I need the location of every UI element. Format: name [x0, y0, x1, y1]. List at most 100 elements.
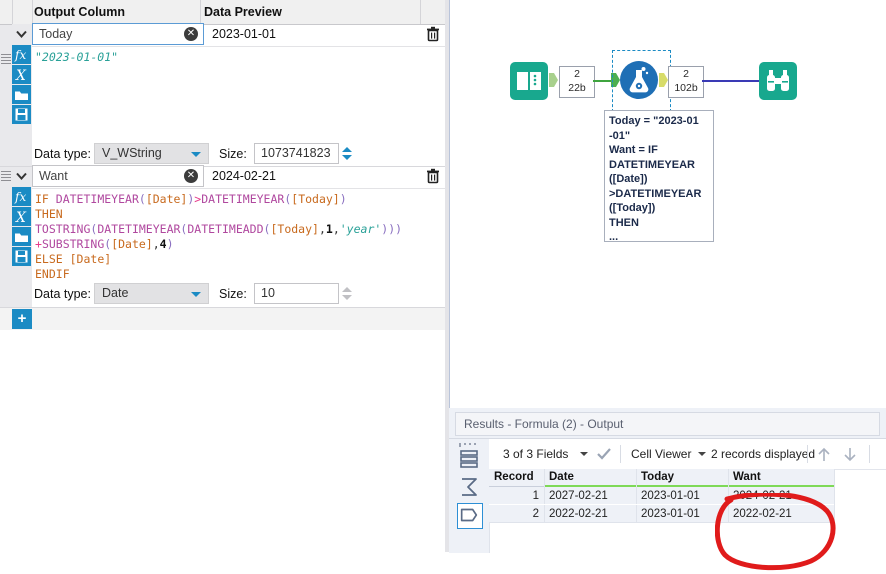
expression-line: IF DATETIMEYEAR([Date])>DATETIMEYEAR([To… — [35, 192, 347, 206]
col-header-record[interactable]: Record — [489, 469, 544, 487]
col-header-today[interactable]: Today — [636, 469, 728, 487]
variable-x-icon[interactable]: X — [12, 207, 31, 226]
chevron-down-icon[interactable] — [580, 452, 588, 456]
expression-line: THEN — [35, 207, 63, 221]
datatype-select-want[interactable]: Date — [94, 283, 209, 304]
chevron-down-icon[interactable] — [698, 452, 706, 456]
connection-size-1: 22b — [568, 82, 586, 94]
workflow-node-formula[interactable] — [620, 61, 658, 99]
cell-want-2: 2022-02-21 — [733, 508, 792, 520]
tooltip-line: ... — [609, 231, 619, 243]
expression-line: TOSTRING(DATETIMEYEAR(DATETIMEADD([Today… — [35, 222, 403, 236]
fx-icon[interactable]: fx — [12, 187, 31, 206]
expression-text-want: IF DATETIMEYEAR([Date])>DATETIMEYEAR([To… — [35, 192, 402, 282]
size-label-today: Size: — [219, 147, 247, 161]
workflow-node-input-data[interactable] — [510, 62, 548, 100]
arrow-down-icon[interactable] — [843, 447, 857, 462]
results-title: Results - Formula (2) - Output — [455, 412, 880, 436]
arrow-up-icon[interactable] — [817, 447, 831, 462]
svg-text:X: X — [15, 210, 27, 226]
size-label-want: Size: — [219, 287, 247, 301]
workflow-canvas[interactable]: 2 22b 2 102b Today = "2023-01 -01" Want … — [449, 0, 886, 408]
expression-line: ELSE [Date] — [35, 252, 112, 266]
fields-count-label[interactable]: 3 of 3 Fields — [503, 439, 568, 469]
results-body: 3 of 3 Fields Cell Viewer 2 records disp… — [449, 438, 886, 571]
expression-line: "2023-01-01" — [35, 50, 119, 64]
tooltip-line: ([Date]) — [609, 173, 648, 185]
expression-text-today: "2023-01-01" — [35, 50, 118, 65]
wire-input-to-formula[interactable] — [593, 80, 613, 82]
tooltip-line: Want = IF — [609, 144, 658, 156]
cell-want-1: 2024-02-21 — [733, 490, 792, 502]
collapse-chevron-icon[interactable] — [13, 26, 30, 42]
data-preview-value-want: 2024-02-21 — [212, 169, 276, 183]
datatype-row-want: Data type: Date Size: 10 — [32, 283, 372, 305]
field-name-row-want: Want ✕ 2024-02-21 — [32, 165, 445, 187]
data-preview-value-today: 2023-01-01 — [212, 27, 276, 41]
header-output-column: Output Column — [34, 5, 125, 19]
size-stepper-want[interactable] — [339, 283, 356, 304]
col-header-want[interactable]: Want — [728, 469, 834, 487]
chevron-down-icon — [191, 152, 201, 157]
datatype-value-today: V_WString — [102, 146, 162, 160]
sum-sigma-icon[interactable] — [457, 475, 481, 499]
svg-text:X: X — [15, 68, 27, 84]
datatype-label-want: Data type: — [34, 287, 91, 301]
open-folder-icon[interactable] — [12, 85, 31, 104]
size-stepper-today[interactable] — [339, 143, 356, 164]
clear-icon[interactable]: ✕ — [184, 169, 198, 183]
add-field-button[interactable]: + — [12, 309, 32, 329]
formula-config-panel: Output Column Data Preview Today ✕ 2023-… — [0, 0, 445, 552]
variable-x-icon[interactable]: X — [12, 65, 31, 84]
cell-date-1: 2027-02-21 — [549, 490, 608, 502]
expression-editor-want[interactable]: IF DATETIMEYEAR([Date])>DATETIMEYEAR([To… — [32, 188, 445, 282]
delete-field-icon-today[interactable] — [424, 25, 442, 43]
expression-line: +SUBSTRING([Date],4) — [35, 237, 174, 251]
output-anchor-icon — [549, 73, 558, 87]
field-shape-icon[interactable] — [457, 503, 483, 529]
connection-records-2: 2 — [683, 68, 689, 80]
save-disk-icon[interactable] — [12, 247, 31, 266]
fx-icon[interactable]: fx — [12, 45, 31, 64]
size-input-want[interactable]: 10 — [254, 283, 339, 304]
output-column-name-input-want[interactable]: Want — [32, 165, 204, 187]
collapse-chevron-icon[interactable] — [13, 168, 30, 184]
connection-info-2: 2 102b — [668, 66, 704, 98]
tooltip-line: -01" — [609, 129, 631, 142]
records-displayed-label: 2 records displayed — [711, 447, 816, 461]
save-disk-icon[interactable] — [12, 105, 31, 124]
expression-editor-today[interactable]: "2023-01-01" — [32, 46, 445, 139]
datatype-label-today: Data type: — [34, 147, 91, 161]
tooltip-line: DATETIMEYEAR — [609, 158, 695, 171]
open-folder-icon[interactable] — [12, 227, 31, 246]
connection-records-1: 2 — [574, 68, 580, 80]
expression-line: ENDIF — [35, 267, 70, 281]
svg-text:fx: fx — [14, 48, 26, 62]
check-icon[interactable] — [597, 448, 611, 460]
col-header-date[interactable]: Date — [544, 469, 636, 487]
datatype-row-today: Data type: V_WString Size: 1073741823 — [32, 143, 372, 165]
add-field-row: + — [0, 308, 445, 330]
delete-field-icon-want[interactable] — [424, 167, 442, 185]
results-grid: Record Date Today Want 1 2027-02-21 2023… — [489, 469, 886, 553]
config-empty-area — [0, 330, 445, 552]
formula-field-block-want: Want ✕ 2024-02-21 fx X IF DATETIMEYEAR([… — [0, 165, 445, 308]
drag-handle-icon[interactable] — [1, 52, 11, 64]
cell-viewer-label[interactable]: Cell Viewer — [631, 439, 691, 469]
workflow-node-browse[interactable] — [759, 62, 797, 100]
header-data-preview: Data Preview — [204, 5, 282, 19]
formula-toolbar-today: fx X — [12, 45, 32, 125]
clear-icon[interactable]: ✕ — [184, 27, 198, 41]
size-input-today[interactable]: 1073741823 — [254, 143, 339, 164]
chevron-down-icon — [191, 292, 201, 297]
formula-field-block-today: Today ✕ 2023-01-01 fx X "2023-01-01" Dat… — [0, 23, 445, 168]
table-rows-icon[interactable] — [457, 447, 481, 471]
cell-record-1: 1 — [532, 490, 539, 502]
output-column-name-input-today[interactable]: Today — [32, 23, 204, 45]
results-side-rail — [449, 439, 490, 553]
tooltip-line: THEN — [609, 216, 639, 229]
output-anchor-icon — [659, 73, 668, 87]
svg-text:fx: fx — [14, 190, 26, 204]
datatype-select-today[interactable]: V_WString — [94, 143, 209, 164]
drag-handle-icon[interactable] — [1, 169, 11, 181]
